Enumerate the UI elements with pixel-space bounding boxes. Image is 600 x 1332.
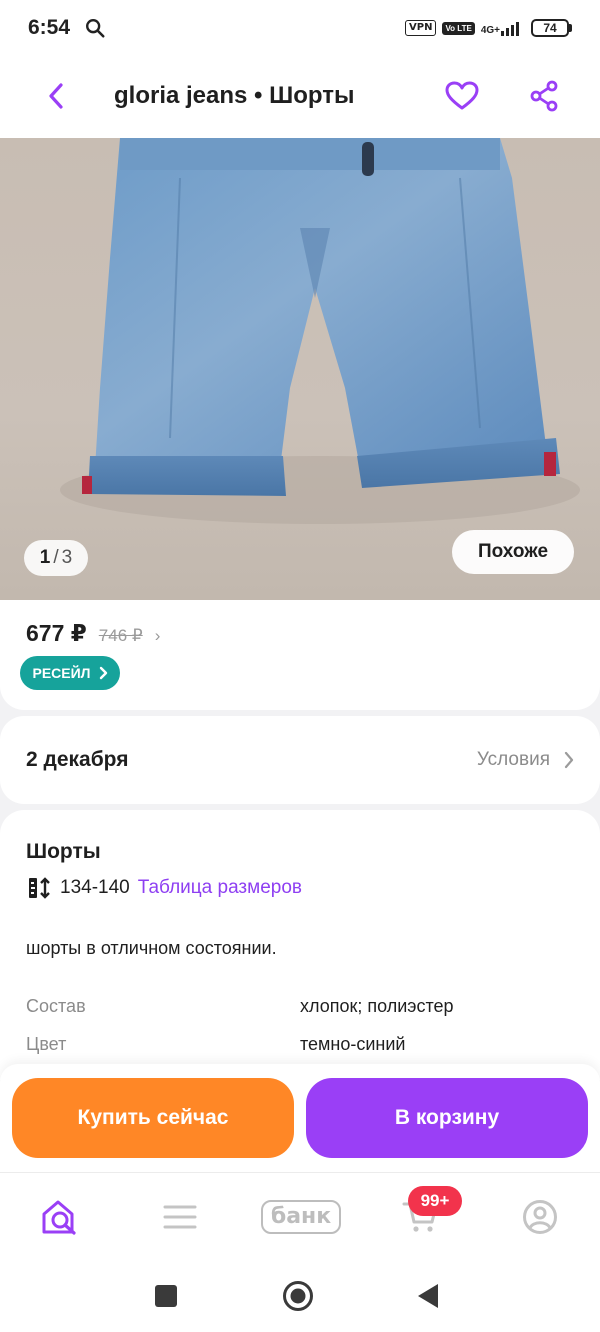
page-counter: 1 / 3 — [24, 540, 88, 576]
size-table-link[interactable]: Таблица размеров — [138, 877, 302, 899]
conditions-link[interactable]: Условия — [477, 749, 574, 771]
status-bar: 6:54 VPN Vo LTE 4G+ 74 — [0, 0, 600, 56]
network-type: 4G+ — [480, 25, 500, 36]
price-card: 677 ₽ 746 ₽ › — [0, 600, 600, 710]
chevron-left-icon — [49, 83, 63, 109]
attribute-row-composition: Состав хлопок; полиэстер — [26, 996, 586, 1017]
square-icon — [155, 1285, 177, 1307]
system-nav — [0, 1258, 600, 1332]
attribute-label: Состав — [26, 996, 86, 1016]
search-icon — [86, 19, 105, 38]
product-title: Шорты — [26, 840, 101, 863]
action-bar: Купить сейчас В корзину — [0, 1064, 600, 1172]
signal-icon — [501, 20, 519, 36]
battery-level: 74 — [531, 19, 569, 37]
app-header: gloria jeans • Шорты — [0, 56, 600, 138]
bank-label: банк — [260, 1200, 342, 1234]
menu-icon — [163, 1205, 197, 1229]
share-button[interactable] — [524, 76, 564, 116]
details-card: Шорты 134-140 Таблица размеров шорты в о… — [0, 810, 600, 1080]
nav-profile[interactable] — [512, 1191, 568, 1243]
old-price: 746 ₽ — [98, 626, 143, 645]
product-description: шорты в отличном состоянии. — [26, 938, 277, 958]
triangle-back-icon — [418, 1284, 438, 1308]
chevron-right-icon — [99, 666, 107, 680]
vpn-indicator: VPN — [405, 20, 437, 36]
profile-icon — [523, 1200, 557, 1234]
volte-indicator: Vo LTE — [442, 21, 475, 35]
add-to-cart-button[interactable]: В корзину — [306, 1078, 588, 1158]
page-separator: / — [53, 547, 59, 568]
current-price: 677 ₽ — [26, 620, 87, 646]
share-icon — [530, 80, 558, 112]
page-title: gloria jeans • Шорты — [114, 82, 355, 109]
total-pages: 3 — [61, 547, 73, 568]
current-page: 1 — [39, 547, 51, 568]
back-system-button[interactable] — [410, 1278, 446, 1314]
resale-label: РЕСЕЙЛ — [32, 665, 91, 681]
bottom-nav: банк — [0, 1172, 600, 1258]
product-gallery[interactable]: 1 / 3 Похоже — [0, 138, 600, 600]
status-indicators: VPN Vo LTE 4G+ 74 — [405, 19, 572, 37]
battery-icon: 74 — [531, 19, 572, 37]
recent-apps-button[interactable] — [148, 1278, 184, 1314]
attribute-value: хлопок; полиэстер — [300, 996, 454, 1016]
network-indicator: 4G+ — [481, 20, 519, 36]
back-button[interactable] — [38, 78, 74, 114]
nav-home-search[interactable] — [32, 1191, 88, 1243]
buy-now-button[interactable]: Купить сейчас — [12, 1078, 294, 1158]
chevron-right-icon — [564, 751, 574, 769]
similar-button[interactable]: Похоже — [452, 530, 574, 574]
nav-catalog[interactable] — [152, 1191, 208, 1243]
attribute-label: Цвет — [26, 1034, 67, 1054]
chevron-right-icon: › — [154, 626, 161, 645]
conditions-label: Условия — [476, 749, 550, 770]
size-row: 134-140 Таблица размеров — [26, 876, 302, 900]
home-search-icon — [42, 1200, 76, 1235]
cart-count-badge: 99+ — [408, 1186, 462, 1216]
size-icon — [29, 877, 50, 899]
resale-badge[interactable]: РЕСЕЙЛ — [20, 656, 120, 690]
home-circle-icon — [283, 1281, 313, 1311]
nav-bank[interactable]: банк — [256, 1191, 346, 1243]
attribute-value: темно-синий — [300, 1034, 406, 1054]
home-button[interactable] — [280, 1278, 316, 1314]
delivery-date: 2 декабря — [26, 748, 129, 771]
attribute-row-color: Цвет темно-синий — [26, 1034, 586, 1055]
favorite-button[interactable] — [442, 76, 482, 116]
delivery-card: 2 декабря Условия — [0, 716, 600, 804]
status-time: 6:54 — [28, 16, 71, 39]
heart-icon — [445, 81, 479, 110]
size-value: 134-140 — [60, 877, 130, 898]
price-row[interactable]: 677 ₽ 746 ₽ › — [26, 620, 160, 647]
